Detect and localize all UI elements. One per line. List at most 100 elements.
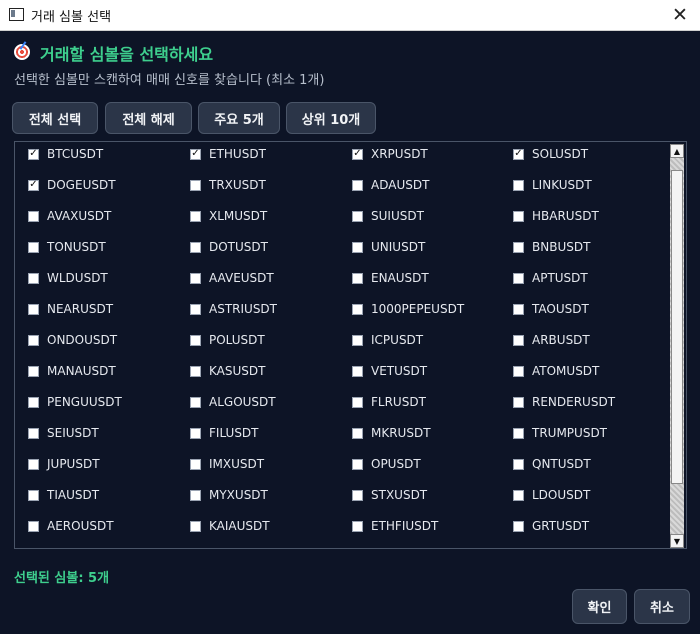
checkbox-unchecked[interactable] [28, 365, 39, 377]
symbol-checkbox-item[interactable]: ✓ ETHUSDT [190, 144, 266, 164]
checkbox-checked[interactable]: ✓ [28, 179, 39, 191]
symbol-checkbox-item[interactable]: NEARUSDT [28, 299, 113, 319]
checkbox-unchecked[interactable] [28, 396, 39, 408]
symbol-checkbox-item[interactable]: ✓ SOLUSDT [513, 144, 588, 164]
checkbox-unchecked[interactable] [190, 210, 201, 222]
symbol-checkbox-item[interactable]: POLUSDT [190, 330, 265, 350]
top-10-button[interactable]: 상위 10개 [286, 102, 376, 134]
symbol-checkbox-item[interactable]: KASUSDT [190, 361, 265, 381]
symbol-checkbox-item[interactable]: SUIUSDT [352, 206, 424, 226]
checkbox-unchecked[interactable] [513, 520, 524, 532]
symbol-checkbox-item[interactable]: BNBUSDT [513, 237, 590, 257]
checkbox-unchecked[interactable] [352, 210, 363, 222]
symbol-checkbox-item[interactable]: LINKUSDT [513, 175, 592, 195]
symbol-checkbox-item[interactable]: VETUSDT [352, 361, 427, 381]
select-all-button[interactable]: 전체 선택 [12, 102, 98, 134]
checkbox-unchecked[interactable] [190, 303, 201, 315]
symbol-checkbox-item[interactable]: HBARUSDT [513, 206, 599, 226]
symbol-checkbox-item[interactable]: ADAUSDT [352, 175, 429, 195]
symbol-checkbox-item[interactable]: ONDOUSDT [28, 330, 117, 350]
checkbox-unchecked[interactable] [352, 303, 363, 315]
symbol-checkbox-item[interactable]: QNTUSDT [513, 454, 591, 474]
symbol-checkbox-item[interactable]: MANAUSDT [28, 361, 116, 381]
symbol-checkbox-item[interactable]: WLDUSDT [28, 268, 108, 288]
symbol-checkbox-item[interactable]: OPUSDT [352, 454, 421, 474]
symbol-checkbox-item[interactable]: ETHFIUSDT [352, 516, 438, 536]
major-5-button[interactable]: 주요 5개 [198, 102, 280, 134]
cancel-button[interactable]: 취소 [634, 589, 690, 624]
checkbox-unchecked[interactable] [190, 489, 201, 501]
checkbox-unchecked[interactable] [513, 210, 524, 222]
checkbox-unchecked[interactable] [28, 210, 39, 222]
checkbox-unchecked[interactable] [190, 334, 201, 346]
checkbox-unchecked[interactable] [352, 489, 363, 501]
checkbox-unchecked[interactable] [28, 334, 39, 346]
vertical-scrollbar[interactable]: ▲ ▼ [670, 144, 684, 548]
checkbox-unchecked[interactable] [190, 365, 201, 377]
checkbox-unchecked[interactable] [513, 489, 524, 501]
checkbox-unchecked[interactable] [352, 427, 363, 439]
symbol-checkbox-item[interactable]: ENAUSDT [352, 268, 429, 288]
checkbox-unchecked[interactable] [513, 179, 524, 191]
checkbox-unchecked[interactable] [352, 334, 363, 346]
symbol-checkbox-item[interactable]: AEROUSDT [28, 516, 114, 536]
deselect-all-button[interactable]: 전체 해제 [105, 102, 192, 134]
scroll-up-icon[interactable]: ▲ [670, 144, 684, 158]
symbol-checkbox-item[interactable]: MKRUSDT [352, 423, 431, 443]
checkbox-unchecked[interactable] [352, 458, 363, 470]
symbol-checkbox-item[interactable]: ICPUSDT [352, 330, 423, 350]
symbol-checkbox-item[interactable]: AVAXUSDT [28, 206, 111, 226]
checkbox-unchecked[interactable] [28, 303, 39, 315]
checkbox-unchecked[interactable] [28, 489, 39, 501]
checkbox-unchecked[interactable] [352, 365, 363, 377]
checkbox-unchecked[interactable] [513, 303, 524, 315]
symbol-checkbox-item[interactable]: SEIUSDT [28, 423, 99, 443]
checkbox-checked[interactable]: ✓ [190, 148, 201, 160]
symbol-checkbox-item[interactable]: AAVEUSDT [190, 268, 274, 288]
symbol-checkbox-item[interactable]: TRUMPUSDT [513, 423, 607, 443]
symbol-checkbox-item[interactable]: MYXUSDT [190, 485, 268, 505]
scroll-down-icon[interactable]: ▼ [670, 534, 684, 548]
checkbox-unchecked[interactable] [190, 241, 201, 253]
checkbox-checked[interactable]: ✓ [28, 148, 39, 160]
checkbox-unchecked[interactable] [190, 179, 201, 191]
symbol-checkbox-item[interactable]: IMXUSDT [190, 454, 264, 474]
close-icon[interactable]: ✕ [668, 3, 692, 27]
symbol-checkbox-item[interactable]: TONUSDT [28, 237, 106, 257]
symbol-checkbox-item[interactable]: ✓ BTCUSDT [28, 144, 103, 164]
symbol-checkbox-item[interactable]: TRXUSDT [190, 175, 266, 195]
symbol-checkbox-item[interactable]: RENDERUSDT [513, 392, 615, 412]
checkbox-checked[interactable]: ✓ [352, 148, 363, 160]
checkbox-unchecked[interactable] [513, 365, 524, 377]
symbol-checkbox-item[interactable]: LDOUSDT [513, 485, 590, 505]
checkbox-unchecked[interactable] [190, 272, 201, 284]
symbol-checkbox-item[interactable]: 1000PEPEUSDT [352, 299, 464, 319]
symbol-checkbox-item[interactable]: TIAUSDT [28, 485, 99, 505]
symbol-checkbox-item[interactable]: APTUSDT [513, 268, 588, 288]
checkbox-unchecked[interactable] [352, 520, 363, 532]
symbol-checkbox-item[interactable]: FILUSDT [190, 423, 259, 443]
symbol-checkbox-item[interactable]: STXUSDT [352, 485, 427, 505]
symbol-checkbox-item[interactable]: ATOMUSDT [513, 361, 599, 381]
symbol-checkbox-item[interactable]: JUPUSDT [28, 454, 100, 474]
checkbox-unchecked[interactable] [190, 520, 201, 532]
symbol-checkbox-item[interactable]: XLMUSDT [190, 206, 267, 226]
checkbox-unchecked[interactable] [352, 179, 363, 191]
checkbox-unchecked[interactable] [513, 272, 524, 284]
checkbox-unchecked[interactable] [28, 427, 39, 439]
checkbox-checked[interactable]: ✓ [513, 148, 524, 160]
checkbox-unchecked[interactable] [190, 458, 201, 470]
checkbox-unchecked[interactable] [513, 427, 524, 439]
checkbox-unchecked[interactable] [28, 458, 39, 470]
checkbox-unchecked[interactable] [352, 272, 363, 284]
symbol-checkbox-item[interactable]: FLRUSDT [352, 392, 426, 412]
symbol-checkbox-item[interactable]: ✓ DOGEUSDT [28, 175, 116, 195]
checkbox-unchecked[interactable] [28, 520, 39, 532]
checkbox-unchecked[interactable] [190, 427, 201, 439]
checkbox-unchecked[interactable] [513, 458, 524, 470]
symbol-checkbox-item[interactable]: PENGUUSDT [28, 392, 122, 412]
symbol-list[interactable]: ✓ BTCUSDT ✓ ETHUSDT ✓ XRPUSDT ✓ SOLUSDT ✓ DOGEUSD… [14, 141, 687, 549]
checkbox-unchecked[interactable] [28, 272, 39, 284]
symbol-checkbox-item[interactable]: TAOUSDT [513, 299, 589, 319]
checkbox-unchecked[interactable] [352, 241, 363, 253]
